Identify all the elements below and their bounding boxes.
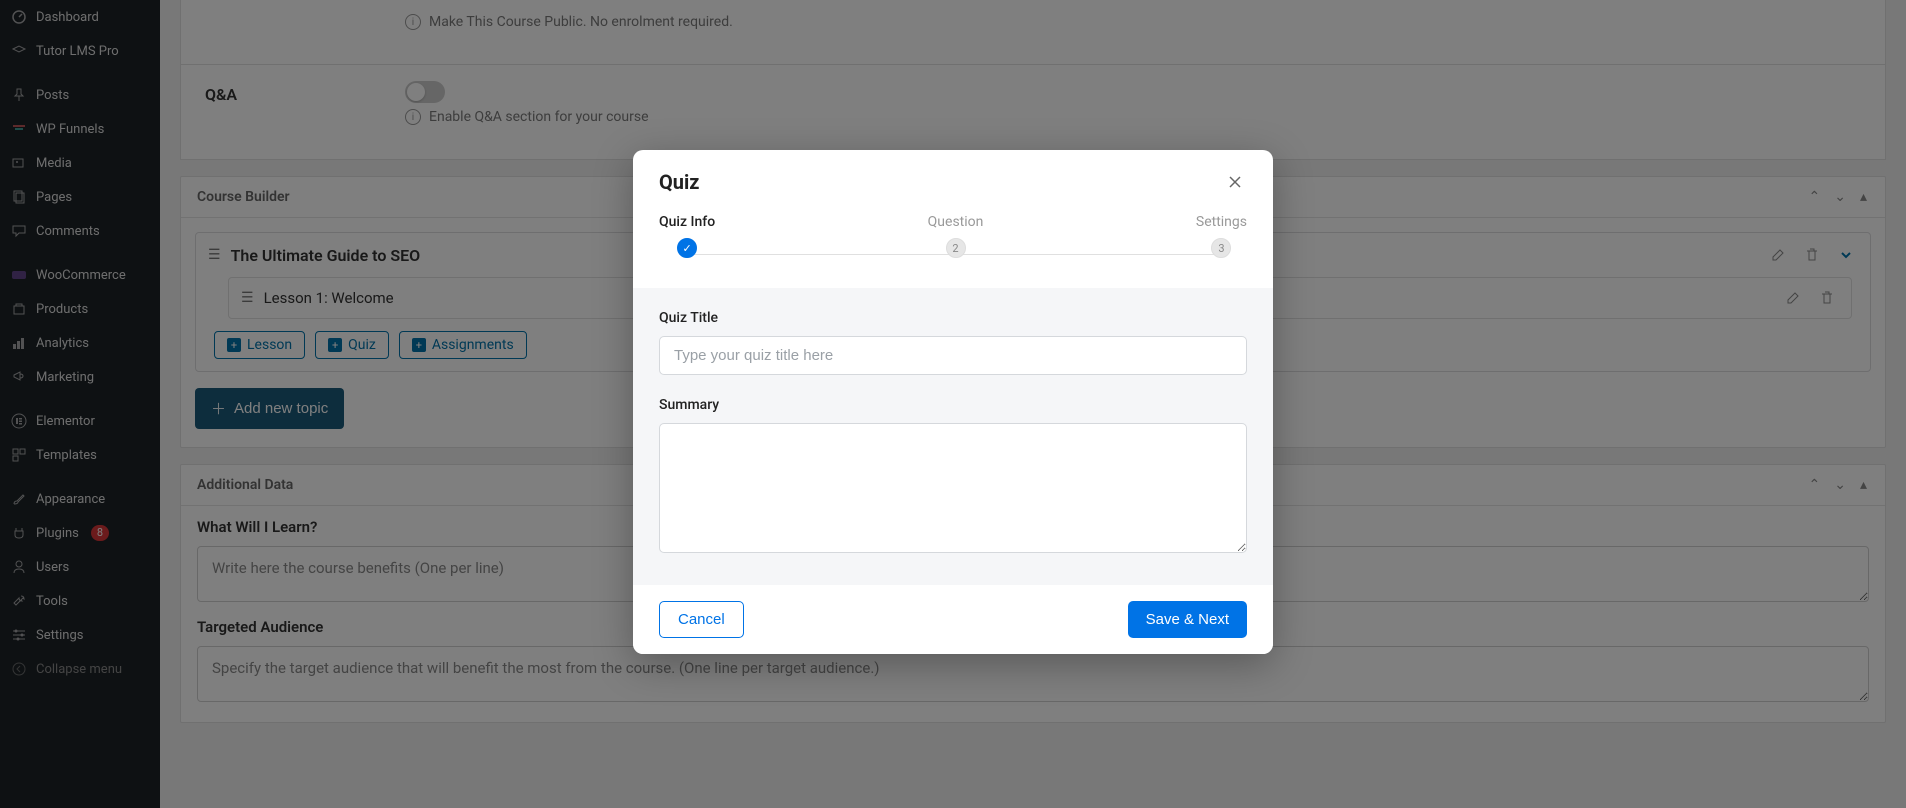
step-question[interactable]: Question 2 (928, 214, 984, 258)
quiz-title-label: Quiz Title (659, 310, 1247, 326)
summary-label: Summary (659, 397, 1247, 413)
modal-overlay[interactable]: Quiz Quiz Info ✓ Question 2 Settings 3 (0, 0, 1906, 808)
step-settings[interactable]: Settings 3 (1196, 214, 1247, 258)
quiz-title-input[interactable] (659, 336, 1247, 375)
summary-textarea[interactable] (659, 423, 1247, 553)
quiz-modal: Quiz Quiz Info ✓ Question 2 Settings 3 (633, 150, 1273, 654)
save-next-button[interactable]: Save & Next (1128, 601, 1247, 638)
close-icon[interactable] (1223, 170, 1247, 194)
modal-stepper: Quiz Info ✓ Question 2 Settings 3 (633, 204, 1273, 288)
check-icon: ✓ (677, 238, 697, 258)
step-quiz-info[interactable]: Quiz Info ✓ (659, 214, 715, 258)
cancel-button[interactable]: Cancel (659, 601, 744, 638)
modal-title: Quiz (659, 170, 699, 194)
